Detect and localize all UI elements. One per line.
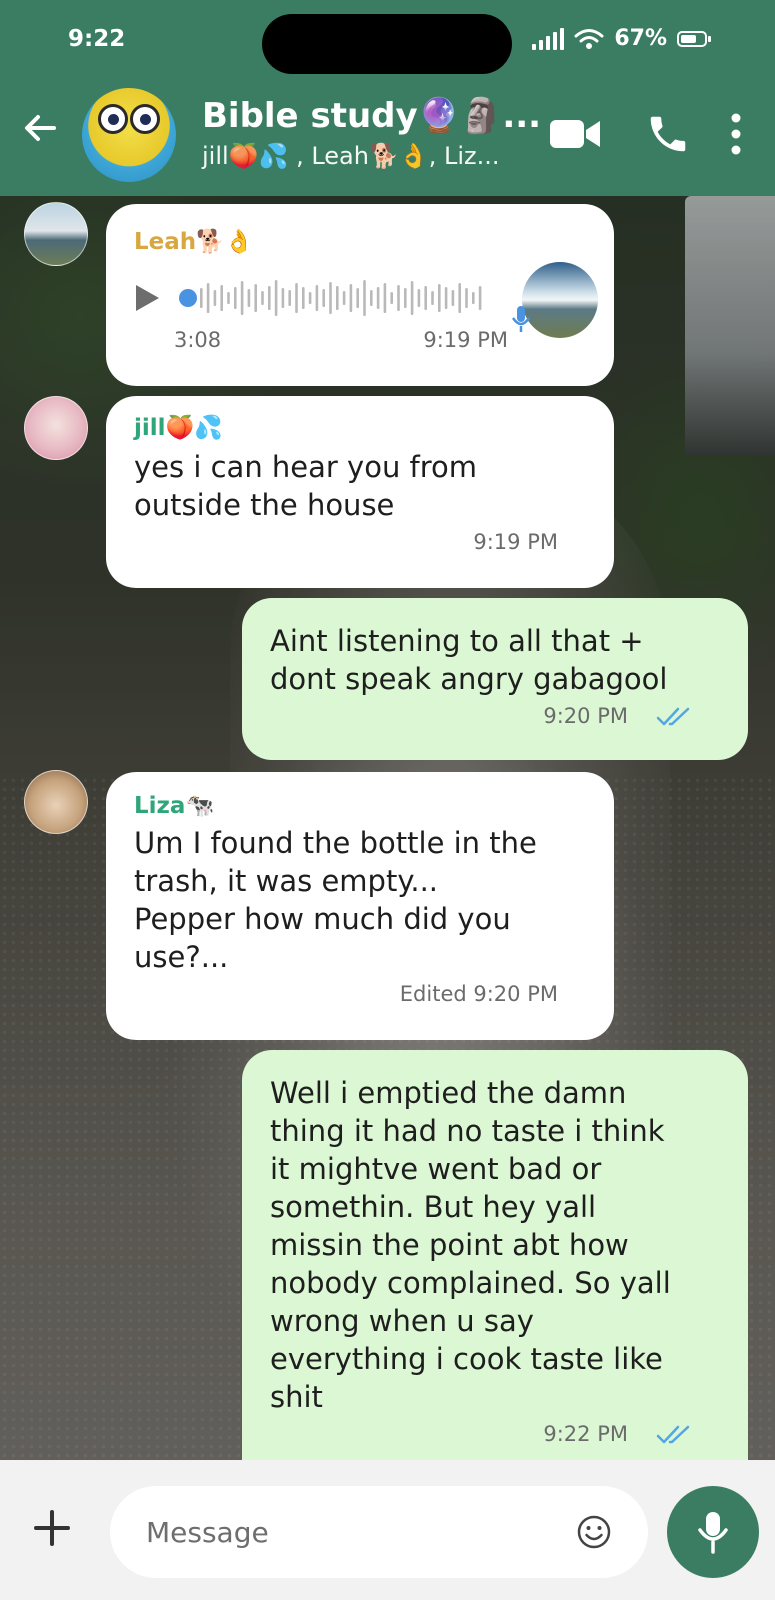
message-time: 9:19 PM (423, 328, 508, 352)
camera-notch (262, 14, 512, 74)
message-text: Um I found the bottle in the trash, it w… (134, 826, 537, 974)
play-icon[interactable] (130, 282, 162, 314)
chat-header: 9:22 67% Bible study🔮🗿... jill🍑💦 , Leah🐕… (0, 0, 775, 196)
wifi-icon (574, 28, 604, 49)
battery-percent: 67% (614, 26, 667, 51)
microphone-icon (698, 1512, 728, 1554)
message-bubble-outgoing[interactable]: Well i emptied the damn thing it had no … (242, 1050, 748, 1460)
mic-small-icon (511, 306, 531, 332)
signal-icon (532, 27, 565, 50)
status-icons: 67% (532, 26, 711, 51)
sender-avatar-leah[interactable] (24, 202, 88, 266)
message-bubble[interactable]: jill🍑💦 yes i can hear you from outside t… (106, 396, 614, 588)
message-bubble[interactable]: Liza🐄 Um I found the bottle in the trash… (106, 772, 614, 1040)
emoji-icon[interactable] (576, 1514, 612, 1550)
video-call-icon[interactable] (548, 112, 602, 156)
battery-icon (677, 30, 711, 47)
voice-duration: 3:08 (174, 328, 222, 352)
message-text: Aint listening to all that + dont speak … (270, 624, 668, 696)
sender-name[interactable]: Liza🐄 (134, 792, 214, 819)
message-bubble-outgoing[interactable]: Aint listening to all that + dont speak … (242, 598, 748, 760)
read-receipt-icon (656, 1425, 690, 1444)
message-text: yes i can hear you from outside the hous… (134, 450, 478, 522)
sender-avatar-jill[interactable] (24, 396, 88, 460)
read-receipt-icon (656, 707, 690, 726)
back-arrow-icon[interactable] (20, 110, 60, 150)
message-time: 9:22 PM (543, 1422, 628, 1446)
sender-name[interactable]: Leah🐕👌 (134, 228, 253, 255)
message-text: Well i emptied the damn thing it had no … (270, 1076, 671, 1414)
more-options-icon[interactable] (726, 112, 746, 156)
sender-name[interactable]: jill🍑💦 (134, 414, 223, 441)
status-time: 9:22 (68, 26, 126, 52)
message-time: 9:20 PM (543, 704, 628, 728)
message-time: 9:19 PM (473, 530, 558, 554)
group-members[interactable]: jill🍑💦 , Leah🐕👌, Liz... (202, 142, 500, 170)
group-avatar[interactable] (82, 88, 176, 182)
phone-icon[interactable] (644, 112, 692, 156)
attach-plus-icon[interactable] (30, 1508, 74, 1552)
voice-message-bubble[interactable]: Leah🐕👌 3:08 9:19 PM (106, 204, 614, 386)
message-edited-time: Edited 9:20 PM (399, 982, 558, 1006)
message-input[interactable] (110, 1486, 648, 1578)
voice-record-button[interactable] (667, 1486, 759, 1578)
group-title[interactable]: Bible study🔮🗿... (202, 96, 541, 136)
sender-avatar-liza[interactable] (24, 770, 88, 834)
voice-sender-avatar (522, 262, 598, 338)
